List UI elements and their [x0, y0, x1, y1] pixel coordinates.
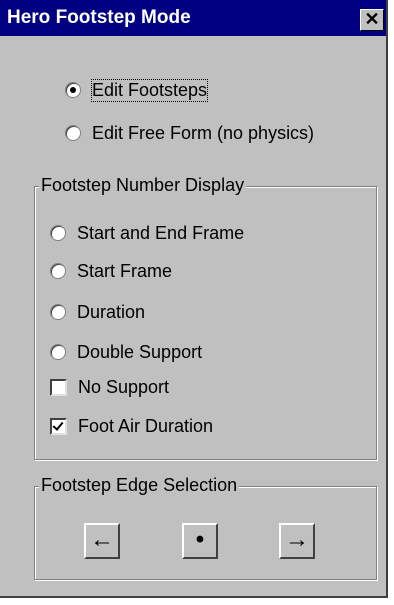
radio-button[interactable]: [50, 344, 66, 360]
radio-label: Start and End Frame: [77, 222, 245, 243]
checkbox-no-support[interactable]: No Support: [50, 375, 169, 399]
radio-button[interactable]: [65, 125, 81, 141]
checkbox-label: No Support: [78, 376, 170, 397]
title-bar[interactable]: Hero Footstep Mode ✕: [0, 0, 386, 36]
radio-label: Double Support: [77, 341, 203, 362]
arrow-right-icon: →: [285, 526, 309, 553]
select-left-edge-button[interactable]: ←: [84, 523, 120, 559]
close-icon: ✕: [364, 9, 380, 29]
radio-label: Start Frame: [77, 260, 173, 281]
radio-label: Duration: [77, 301, 146, 322]
radio-button[interactable]: [50, 225, 66, 241]
radio-button[interactable]: [50, 304, 66, 320]
radio-edit-footsteps[interactable]: Edit Footsteps: [65, 78, 209, 102]
dot-icon: •: [195, 526, 205, 553]
close-button[interactable]: ✕: [360, 9, 384, 31]
radio-label: Edit Footsteps: [90, 78, 209, 102]
group-legend: Footstep Edge Selection: [39, 475, 240, 496]
radio-start-end-frame[interactable]: Start and End Frame: [50, 221, 244, 245]
radio-label: Edit Free Form (no physics): [92, 122, 315, 143]
checkbox[interactable]: [50, 417, 67, 435]
select-right-edge-button[interactable]: →: [279, 523, 315, 559]
radio-button[interactable]: [50, 263, 66, 279]
select-center-button[interactable]: •: [182, 523, 218, 559]
hero-footstep-mode-dialog: Hero Footstep Mode ✕ Edit Footsteps Edit…: [0, 0, 388, 598]
arrow-left-icon: ←: [90, 526, 114, 553]
window-title: Hero Footstep Mode: [7, 7, 191, 28]
radio-button[interactable]: [65, 82, 81, 98]
checkbox-label: Foot Air Duration: [78, 415, 214, 436]
radio-duration[interactable]: Duration: [50, 300, 145, 324]
checkbox[interactable]: [50, 378, 67, 396]
group-legend: Footstep Number Display: [39, 175, 247, 196]
checkbox-foot-air-duration[interactable]: Foot Air Duration: [50, 414, 213, 438]
radio-double-support[interactable]: Double Support: [50, 340, 202, 364]
radio-edit-free-form[interactable]: Edit Free Form (no physics): [65, 121, 314, 145]
radio-start-frame[interactable]: Start Frame: [50, 259, 172, 283]
